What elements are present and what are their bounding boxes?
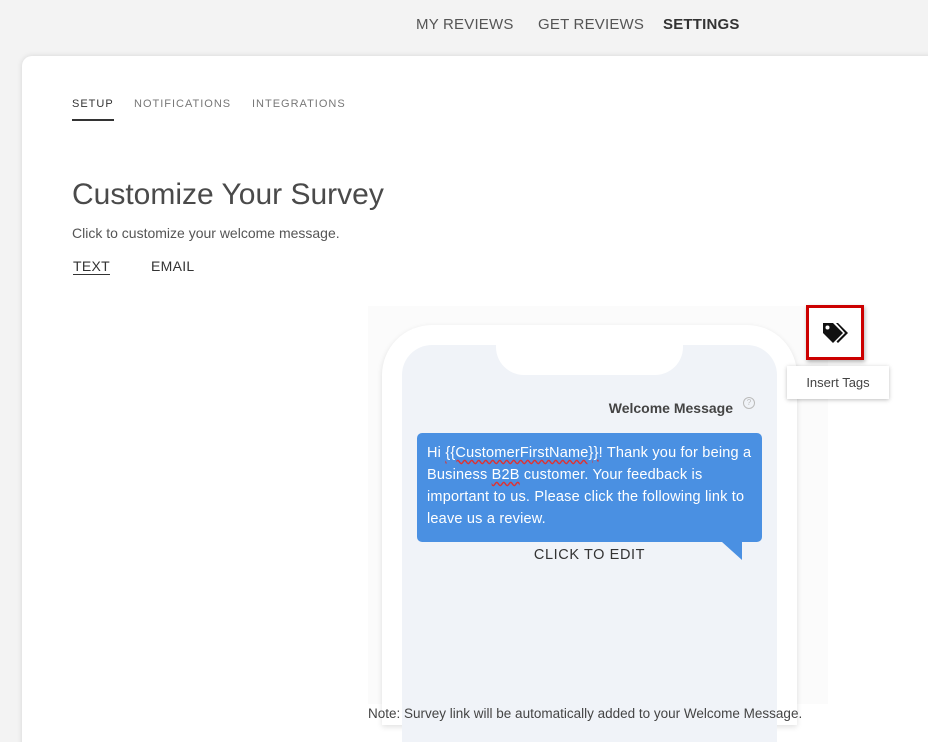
- channel-tab-text[interactable]: TEXT: [73, 258, 110, 274]
- tab-setup[interactable]: SETUP: [72, 98, 114, 121]
- insert-tags-button[interactable]: [806, 305, 864, 360]
- insert-tags-tooltip: Insert Tags: [787, 366, 889, 399]
- nav-settings[interactable]: SETTINGS: [663, 16, 740, 33]
- welcome-message-label: Welcome Message: [608, 400, 733, 416]
- nav-get-reviews[interactable]: GET REVIEWS: [538, 16, 644, 33]
- phone-notch: [496, 345, 683, 375]
- message-text-prefix: Hi: [427, 445, 446, 461]
- tags-icon: [823, 322, 848, 343]
- welcome-message-bubble[interactable]: Hi {{CustomerFirstName}}! Thank you for …: [417, 433, 762, 542]
- tab-notifications[interactable]: NOTIFICATIONS: [134, 98, 231, 119]
- settings-card: SETUP NOTIFICATIONS INTEGRATIONS Customi…: [22, 56, 928, 742]
- help-icon[interactable]: ?: [743, 397, 755, 409]
- tab-integrations[interactable]: INTEGRATIONS: [252, 98, 346, 119]
- page-subtitle: Click to customize your welcome message.: [72, 225, 340, 241]
- click-to-edit-button[interactable]: CLICK TO EDIT: [402, 547, 777, 563]
- top-navigation: MY REVIEWS GET REVIEWS SETTINGS: [0, 0, 928, 56]
- nav-my-reviews[interactable]: MY REVIEWS: [416, 16, 514, 33]
- page-title: Customize Your Survey: [72, 178, 384, 211]
- phone-mockup: Welcome Message ? Hi {{CustomerFirstName…: [382, 325, 797, 742]
- channel-tab-email[interactable]: EMAIL: [151, 258, 195, 274]
- tag-b2b: B2B: [491, 467, 520, 483]
- tag-customer-first-name: {{CustomerFirstName}}: [445, 445, 599, 461]
- phone-screen: Welcome Message ? Hi {{CustomerFirstName…: [402, 345, 777, 742]
- survey-link-note: Note: Survey link will be automatically …: [368, 706, 803, 721]
